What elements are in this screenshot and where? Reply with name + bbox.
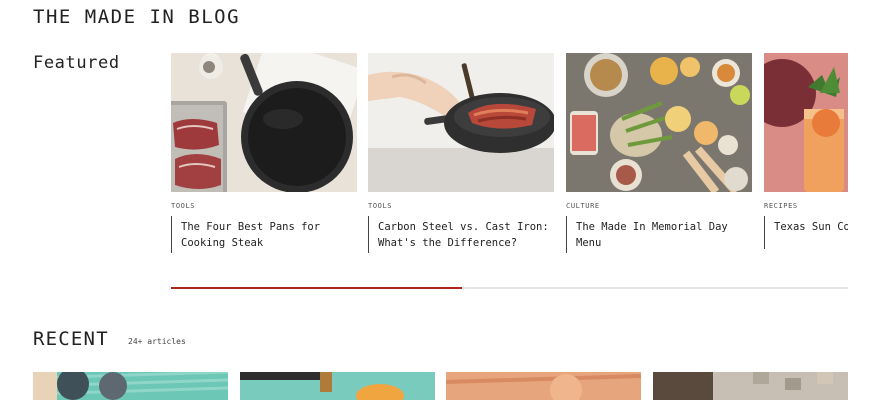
featured-card-category: RECIPES (764, 202, 798, 210)
featured-card-category: TOOLS (368, 202, 393, 210)
featured-card-texas-sun[interactable]: RECIPES Texas Sun Co (764, 53, 848, 249)
featured-card-carbon-vs-cast[interactable]: TOOLS Carbon Steel vs. Cast Iron: What's… (368, 53, 554, 253)
blog-title: THE MADE IN BLOG (33, 6, 241, 28)
recent-article-thumb[interactable] (446, 372, 641, 400)
featured-card-title-link[interactable]: Carbon Steel vs. Cast Iron: What's the D… (378, 219, 554, 251)
featured-card-category: TOOLS (171, 202, 196, 210)
featured-image-carbon-vs-cast[interactable] (368, 53, 554, 192)
recent-article-thumb[interactable] (33, 372, 228, 400)
featured-carousel[interactable]: TOOLS The Four Best Pans for Cooking Ste… (171, 53, 848, 253)
recent-article-thumb[interactable] (240, 372, 435, 400)
featured-card-memorial-day[interactable]: CULTURE The Made In Memorial Day Menu (566, 53, 752, 253)
featured-card-category: CULTURE (566, 202, 600, 210)
featured-card-title-link[interactable]: The Four Best Pans for Cooking Steak (181, 219, 357, 251)
recent-articles-row (33, 372, 848, 400)
recent-heading: RECENT (33, 328, 109, 350)
featured-card-title-link[interactable]: Texas Sun Co (774, 219, 848, 235)
recent-article-count: 24+ articles (128, 337, 186, 346)
featured-label: Featured (33, 53, 120, 73)
featured-image-texas-sun[interactable] (764, 53, 848, 192)
featured-card-title-link[interactable]: The Made In Memorial Day Menu (576, 219, 752, 251)
recent-article-thumb[interactable] (653, 372, 848, 400)
carousel-progress-fill (171, 287, 463, 289)
featured-image-memorial-day[interactable] (566, 53, 752, 192)
featured-image-steak-pans[interactable] (171, 53, 357, 192)
featured-card-steak-pans[interactable]: TOOLS The Four Best Pans for Cooking Ste… (171, 53, 357, 253)
carousel-progress-track[interactable] (171, 287, 848, 289)
